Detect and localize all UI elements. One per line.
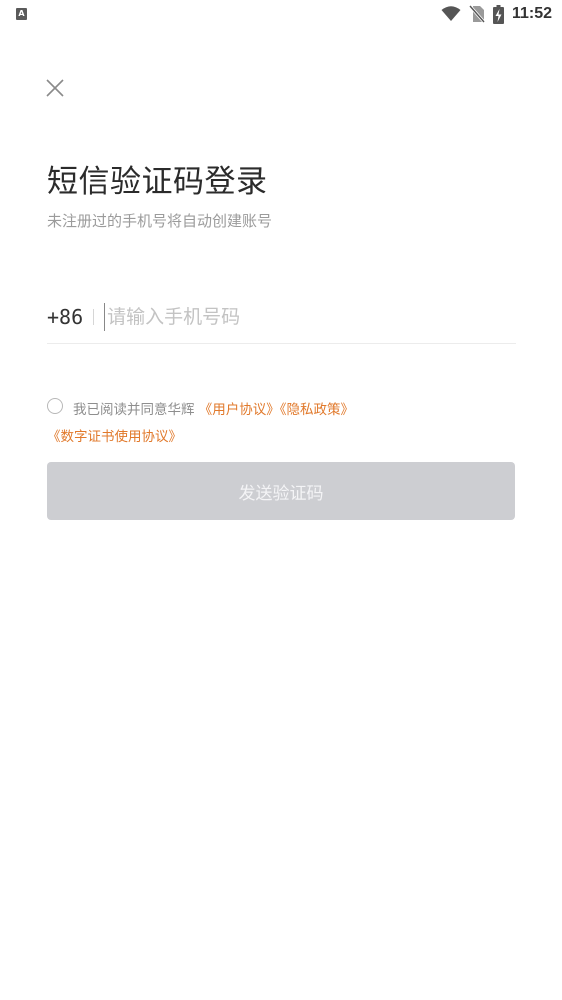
certificate-agreement-link[interactable]: 《数字证书使用协议》 xyxy=(47,425,182,445)
send-code-button[interactable]: 发送验证码 xyxy=(47,462,515,520)
agreement-checkbox[interactable] xyxy=(47,398,63,414)
phone-input-row: +86 xyxy=(47,290,516,344)
status-right: 11:52 xyxy=(441,4,552,24)
page-title: 短信验证码登录 xyxy=(47,164,268,200)
agreement-text: 我已阅读并同意华辉 《用户协议》《隐私政策》 xyxy=(73,398,354,418)
status-bar: A 11:52 xyxy=(0,0,562,28)
wifi-icon xyxy=(441,6,461,21)
close-button[interactable] xyxy=(44,77,66,99)
status-time: 11:52 xyxy=(511,5,552,22)
agreement-prefix: 我已阅读并同意华辉 xyxy=(73,402,199,418)
status-left: A xyxy=(16,8,27,20)
input-divider xyxy=(93,308,95,325)
user-agreement-link[interactable]: 《用户协议》 xyxy=(199,402,280,418)
phone-input[interactable] xyxy=(104,302,435,331)
page-subtitle: 未注册过的手机号将自动创建账号 xyxy=(47,212,273,230)
country-code[interactable]: +86 xyxy=(47,305,83,329)
no-sim-icon xyxy=(468,5,485,23)
close-icon xyxy=(46,79,64,97)
battery-charging-icon xyxy=(492,4,504,24)
app-notification-icon: A xyxy=(16,8,27,20)
privacy-policy-link[interactable]: 《隐私政策》 xyxy=(280,402,354,418)
